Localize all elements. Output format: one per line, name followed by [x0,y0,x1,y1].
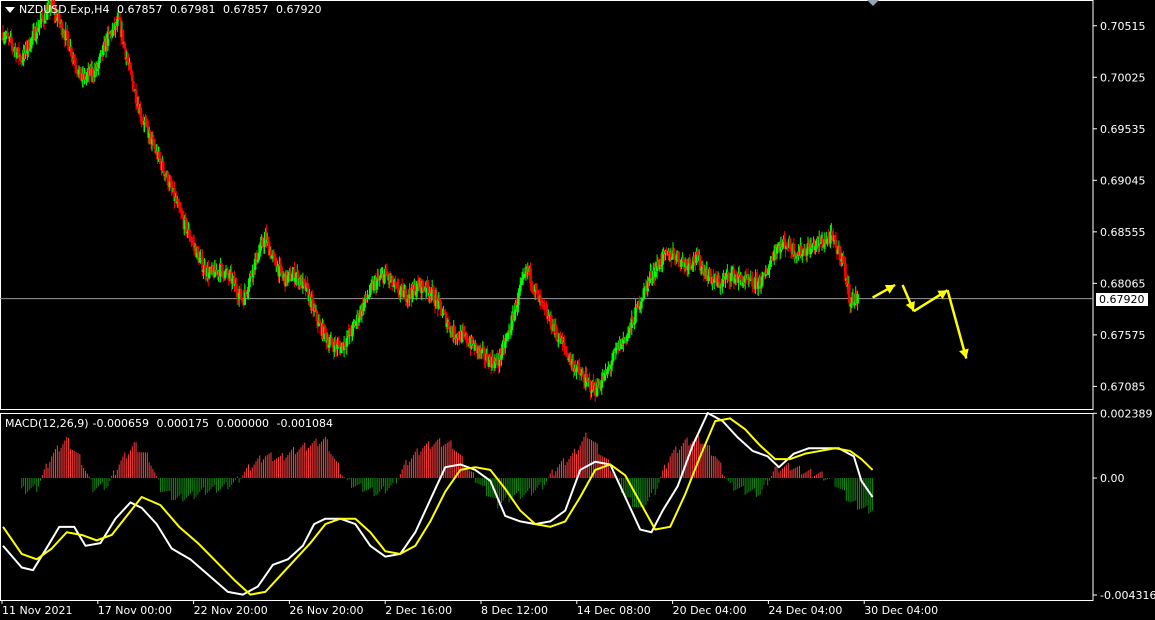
price-tick-label: 0.68065 [1100,277,1146,290]
macd-value-4: -0.001084 [276,417,333,430]
bear-candle [465,334,469,344]
bear-candle [123,43,127,49]
bull-candle [801,253,804,257]
chart-canvas: 0.70515 0.70025 0.69535 0.69045 0.68555 0.680… [0,0,1155,617]
macd-tick-label: 0.002389 [1100,407,1153,420]
scroll-marker-icon [867,0,879,6]
bear-candle [161,161,165,172]
collapse-icon[interactable] [5,7,15,13]
bull-candle [633,322,636,325]
forecast-arrow-line [946,289,968,359]
bull-candle [775,247,779,254]
bear-candle [220,265,224,272]
bull-candle [38,24,41,28]
bull-candle [856,294,859,304]
bear-candle [838,245,842,261]
bear-candle [148,130,152,133]
bull-candle [383,273,386,284]
price-tick-label: 0.67085 [1100,380,1146,393]
bear-candle [474,343,478,345]
macd-header: MACD(12,26,9) -0.000659 0.000175 0.000000… [5,417,337,430]
macd-value-3: 0.000000 [216,417,270,430]
open-value: 0.67857 [116,3,163,16]
time-tick-label: 11 Nov 2021 [2,604,72,617]
price-panel-frame [0,0,1094,410]
macd-label: MACD(12,26,9) [5,417,89,430]
bear-candle [66,31,69,39]
bear-candle [844,263,847,281]
bear-candle [847,283,851,303]
time-tick-label: 2 Dec 16:00 [385,604,452,617]
price-tick-label: 0.69045 [1100,174,1146,187]
bear-candle [220,263,223,266]
macd-tick-label: 0.00 [1100,472,1125,485]
bear-candle [121,29,125,45]
time-tick-label: 17 Nov 00:00 [98,604,172,617]
bull-candle [290,279,293,281]
bull-candle [518,284,522,291]
close-value: 0.67920 [275,3,322,16]
bear-candle [543,303,546,308]
bear-candle [563,342,566,348]
symbol-header: NZDUSD.Exp,H4 0.67857 0.67981 0.67857 0.… [5,3,325,16]
price-tick-label: 0.70515 [1100,20,1146,33]
forecast-arrow-head [959,348,969,359]
time-tick-label: 22 Nov 20:00 [194,604,268,617]
time-tick-label: 26 Nov 20:00 [289,604,363,617]
macd-panel-frame [0,413,1094,601]
time-tick-label: 8 Dec 12:00 [481,604,548,617]
bear-candle [274,257,277,266]
current-price-tag: 0.67920 [1096,292,1148,306]
price-tick-label: 0.69535 [1100,123,1146,136]
bear-candle [535,289,539,292]
low-value: 0.67857 [222,3,269,16]
price-tick-label: 0.70025 [1100,71,1146,84]
time-tick-label: 30 Dec 04:00 [864,604,938,617]
time-tick-label: 14 Dec 08:00 [577,604,651,617]
price-tick-label: 0.67575 [1100,329,1146,342]
macd-tick-label: -0.004316 [1100,589,1155,602]
bear-candle [439,300,442,308]
bear-candle [239,289,243,300]
bear-candle [677,251,680,261]
time-tick-label: 24 Dec 04:00 [768,604,842,617]
macd-value-1: -0.000659 [92,417,150,430]
symbol-label: NZDUSD.Exp,H4 [19,3,110,16]
bear-candle [131,74,134,82]
price-tick-label: 0.68555 [1100,226,1146,239]
high-value: 0.67981 [169,3,216,16]
time-tick-label: 20 Dec 04:00 [673,604,747,617]
macd-value-2: 0.000175 [156,417,210,430]
bear-candle [529,267,532,284]
